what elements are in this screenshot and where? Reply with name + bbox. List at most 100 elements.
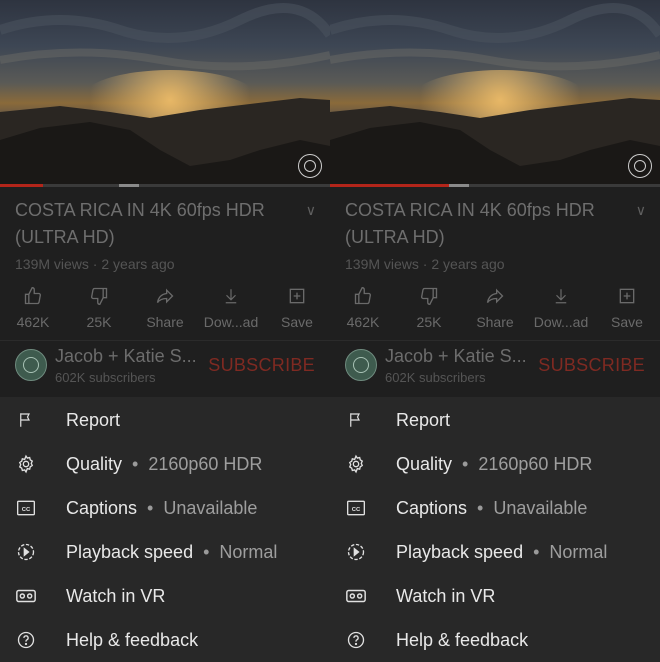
video-player[interactable] — [0, 0, 330, 184]
video-title[interactable]: COSTA RICA IN 4K 60fps HDR (ULTRA HD) — [345, 197, 625, 251]
like-count: 462K — [346, 314, 380, 330]
dislike-button[interactable]: 25K — [66, 284, 132, 334]
vr-headset-icon — [15, 585, 37, 607]
thumbs-down-icon — [396, 284, 462, 308]
menu-label: Help & feedback — [396, 630, 529, 650]
menu-item-captions[interactable]: CC Captions • Unavailable — [330, 487, 660, 531]
menu-value: Normal — [219, 542, 278, 562]
chevron-down-icon[interactable]: ∨ — [306, 202, 316, 219]
share-label: Share — [476, 314, 514, 330]
save-button[interactable]: Save — [264, 284, 330, 334]
video-player[interactable] — [330, 0, 660, 184]
thumbs-up-icon — [330, 284, 396, 308]
save-label: Save — [611, 314, 643, 330]
menu-label: Quality — [66, 454, 123, 474]
channel-row[interactable]: Jacob + Katie S... 602K subscribers SUBS… — [0, 341, 330, 395]
gear-icon — [15, 453, 37, 475]
menu-item-report[interactable]: Report — [330, 399, 660, 443]
like-count: 462K — [16, 314, 50, 330]
thumbs-down-icon — [66, 284, 132, 308]
cc-icon: CC — [345, 497, 367, 519]
share-button[interactable]: Share — [132, 284, 198, 334]
save-icon — [264, 284, 330, 308]
menu-item-playback-speed[interactable]: Playback speed • Normal — [0, 531, 330, 575]
menu-label: Quality — [396, 454, 453, 474]
save-label: Save — [281, 314, 313, 330]
save-button[interactable]: Save — [594, 284, 660, 334]
download-button[interactable]: Dow...ad — [528, 284, 594, 334]
download-icon — [198, 284, 264, 308]
help-icon — [15, 629, 37, 651]
separator-dot: • — [462, 454, 469, 474]
vr-360-badge-icon — [628, 154, 652, 178]
subscribe-button[interactable]: SUBSCRIBE — [208, 355, 315, 376]
vr-360-badge-icon — [298, 154, 322, 178]
menu-item-playback-speed[interactable]: Playback speed • Normal — [330, 531, 660, 575]
menu-label: Captions — [66, 498, 138, 518]
subscriber-count: 602K subscribers — [385, 370, 486, 385]
dislike-count: 25K — [416, 314, 442, 330]
subscribe-button[interactable]: SUBSCRIBE — [538, 355, 645, 376]
like-button[interactable]: 462K — [330, 284, 396, 334]
flag-icon — [345, 409, 367, 431]
menu-item-report[interactable]: Report — [0, 399, 330, 443]
separator-dot: • — [533, 542, 540, 562]
menu-value: 2160p60 HDR — [478, 454, 593, 474]
subscriber-count: 602K subscribers — [55, 370, 156, 385]
video-frame — [0, 3, 330, 184]
share-button[interactable]: Share — [462, 284, 528, 334]
cc-icon: CC — [15, 497, 37, 519]
download-button[interactable]: Dow...ad — [198, 284, 264, 334]
menu-label: Playback speed — [66, 542, 194, 562]
video-meta: 139M views · 2 years ago — [345, 256, 505, 272]
share-icon — [462, 284, 528, 308]
menu-item-watch-in-vr[interactable]: Watch in VR — [330, 575, 660, 619]
dislike-button[interactable]: 25K — [396, 284, 462, 334]
svg-text:CC: CC — [22, 507, 31, 513]
screen-left: COSTA RICA IN 4K 60fps HDR (ULTRA HD) ∨ … — [0, 0, 330, 662]
channel-avatar[interactable] — [15, 349, 47, 381]
menu-item-watch-in-vr[interactable]: Watch in VR — [0, 575, 330, 619]
video-meta: 139M views · 2 years ago — [15, 256, 175, 272]
menu-item-help-feedback[interactable]: Help & feedback — [0, 619, 330, 662]
options-sheet: Report Quality • 2160p60 HDR CC Captions • U… — [330, 397, 660, 662]
menu-label: Report — [396, 410, 451, 430]
playback-speed-icon — [15, 541, 37, 563]
menu-item-captions[interactable]: CC Captions • Unavailable — [0, 487, 330, 531]
gear-icon — [345, 453, 367, 475]
channel-row[interactable]: Jacob + Katie S... 602K subscribers SUBS… — [330, 341, 660, 395]
download-label: Dow...ad — [533, 314, 589, 330]
menu-label: Watch in VR — [66, 586, 166, 606]
like-button[interactable]: 462K — [0, 284, 66, 334]
action-bar: 462K 25K Share Dow...ad Save — [330, 284, 660, 334]
flag-icon — [15, 409, 37, 431]
share-icon — [132, 284, 198, 308]
menu-label: Help & feedback — [66, 630, 199, 650]
separator-dot: • — [132, 454, 139, 474]
help-icon — [345, 629, 367, 651]
video-title[interactable]: COSTA RICA IN 4K 60fps HDR (ULTRA HD) — [15, 197, 295, 251]
menu-item-quality[interactable]: Quality • 2160p60 HDR — [0, 443, 330, 487]
share-label: Share — [146, 314, 184, 330]
chevron-down-icon[interactable]: ∨ — [636, 202, 646, 219]
menu-item-quality[interactable]: Quality • 2160p60 HDR — [330, 443, 660, 487]
menu-label: Watch in VR — [396, 586, 496, 606]
download-label: Dow...ad — [203, 314, 259, 330]
playback-speed-icon — [345, 541, 367, 563]
menu-value: Unavailable — [163, 498, 258, 518]
menu-item-help-feedback[interactable]: Help & feedback — [330, 619, 660, 662]
menu-value: Unavailable — [493, 498, 588, 518]
thumbs-up-icon — [0, 284, 66, 308]
screen-right: COSTA RICA IN 4K 60fps HDR (ULTRA HD) ∨ … — [330, 0, 660, 662]
menu-label: Captions — [396, 498, 468, 518]
options-sheet: Report Quality • 2160p60 HDR CC Captions • U… — [0, 397, 330, 662]
separator-dot: • — [203, 542, 210, 562]
channel-name[interactable]: Jacob + Katie S... — [385, 346, 527, 367]
separator-dot: • — [477, 498, 484, 518]
menu-value: 2160p60 HDR — [148, 454, 263, 474]
channel-avatar[interactable] — [345, 349, 377, 381]
channel-name[interactable]: Jacob + Katie S... — [55, 346, 197, 367]
separator-dot: • — [147, 498, 154, 518]
save-icon — [594, 284, 660, 308]
action-bar: 462K 25K Share Dow...ad Save — [0, 284, 330, 334]
